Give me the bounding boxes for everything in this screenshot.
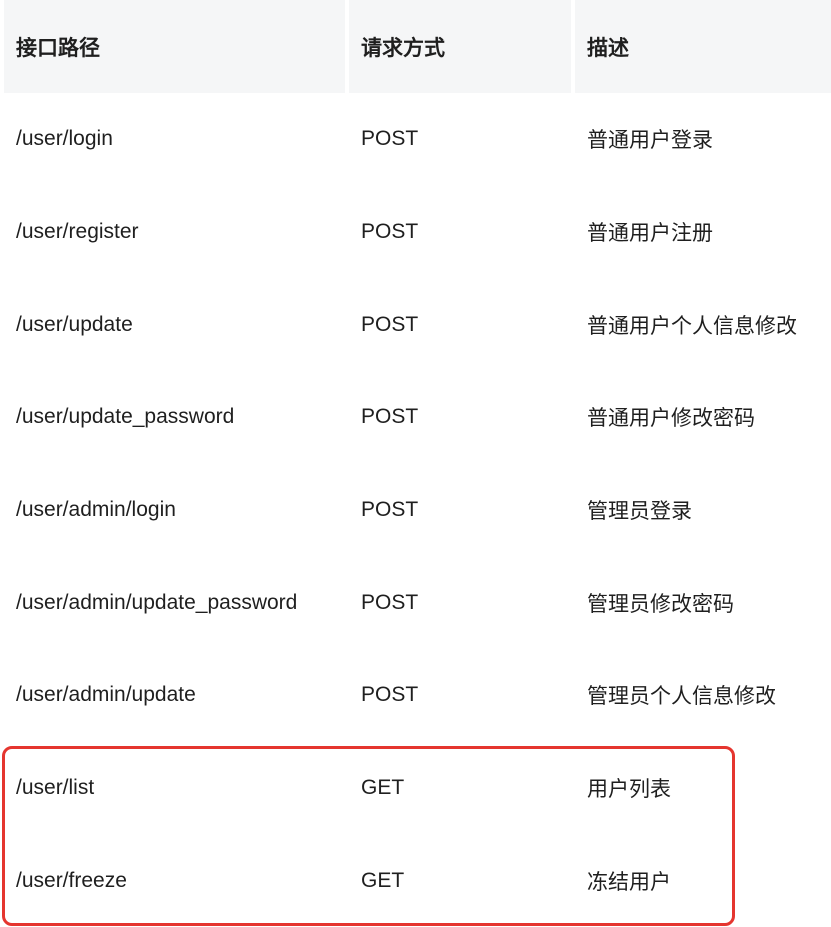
table-row: /user/login POST 普通用户登录 [4,93,831,186]
cell-method: POST [349,464,571,557]
table-header-row: 接口路径 请求方式 描述 [4,0,831,93]
cell-path: /user/admin/update_password [4,556,345,649]
cell-description: 管理员修改密码 [575,556,831,649]
cell-path: /user/admin/update [4,649,345,742]
cell-description: 用户列表 [575,742,831,835]
cell-method: GET [349,835,571,927]
cell-path: /user/freeze [4,835,345,927]
table-row: /user/freeze GET 冻结用户 [4,835,831,927]
table-row: /user/admin/update_password POST 管理员修改密码 [4,556,831,649]
table-row: /user/admin/update POST 管理员个人信息修改 [4,649,831,742]
cell-method: POST [349,186,571,279]
header-description: 描述 [575,0,831,93]
cell-description: 普通用户修改密码 [575,371,831,464]
cell-method: POST [349,556,571,649]
cell-description: 普通用户登录 [575,93,831,186]
cell-method: POST [349,371,571,464]
cell-method: POST [349,278,571,371]
table-row: /user/list GET 用户列表 [4,742,831,835]
cell-path: /user/register [4,186,345,279]
cell-path: /user/list [4,742,345,835]
header-path: 接口路径 [4,0,345,93]
api-table: 接口路径 请求方式 描述 /user/login POST 普通用户登录 /us… [0,0,831,927]
cell-description: 普通用户个人信息修改 [575,278,831,371]
cell-method: GET [349,742,571,835]
cell-path: /user/update_password [4,371,345,464]
cell-method: POST [349,93,571,186]
cell-description: 管理员个人信息修改 [575,649,831,742]
cell-method: POST [349,649,571,742]
table-row: /user/update POST 普通用户个人信息修改 [4,278,831,371]
cell-description: 普通用户注册 [575,186,831,279]
header-method: 请求方式 [349,0,571,93]
table-row: /user/update_password POST 普通用户修改密码 [4,371,831,464]
table-row: /user/register POST 普通用户注册 [4,186,831,279]
cell-path: /user/update [4,278,345,371]
cell-description: 冻结用户 [575,835,831,927]
cell-path: /user/login [4,93,345,186]
cell-description: 管理员登录 [575,464,831,557]
cell-path: /user/admin/login [4,464,345,557]
table-row: /user/admin/login POST 管理员登录 [4,464,831,557]
